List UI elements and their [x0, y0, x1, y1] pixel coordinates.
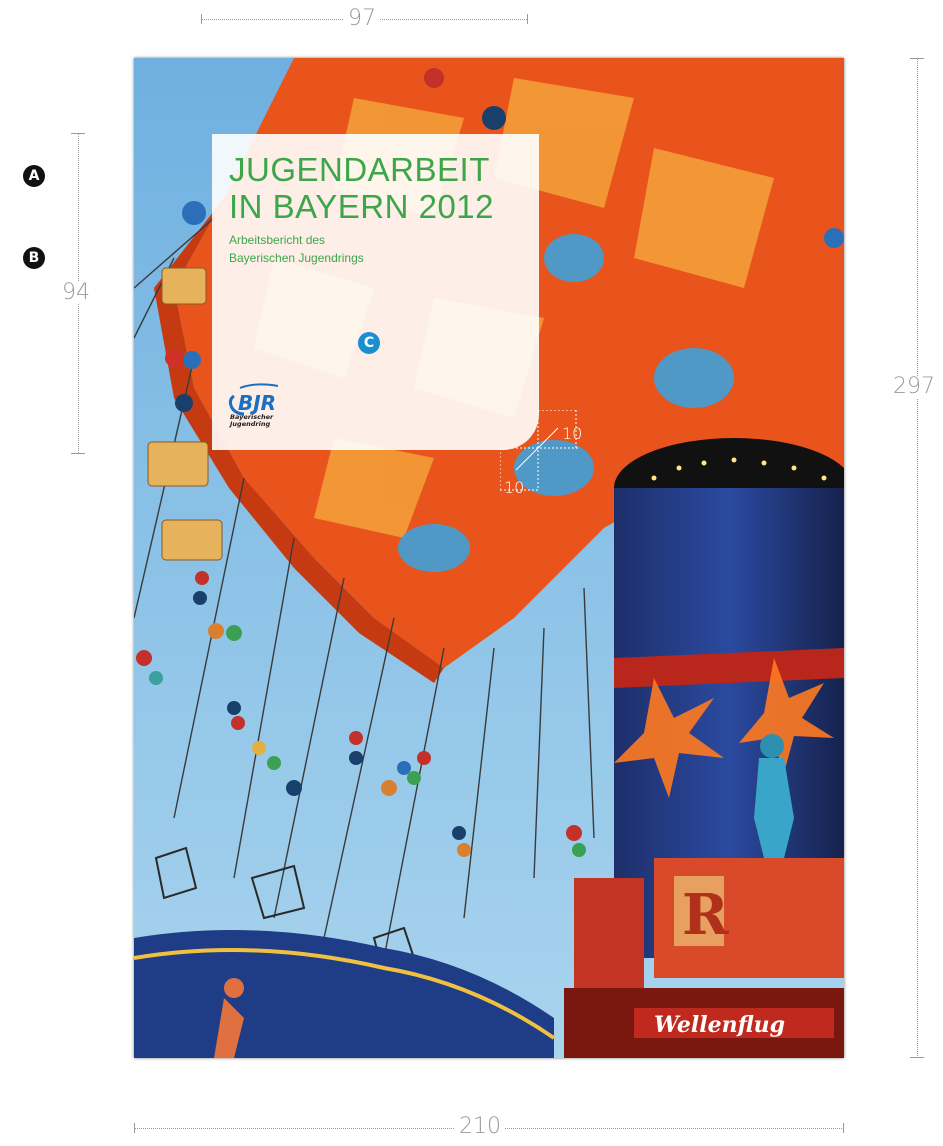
marker-a: A: [23, 165, 45, 187]
title-panel: JUGENDARBEIT IN BAYERN 2012 Arbeitsberic…: [212, 134, 539, 450]
dim-panel-height-label: 94: [58, 282, 94, 304]
wellenflug-sign: Wellenflug: [654, 1012, 785, 1038]
marker-c: C: [358, 332, 380, 354]
dim-right-line: [917, 58, 918, 1058]
dim-page-height-label: 297: [889, 376, 939, 398]
dim-left-tick-bottom: [71, 453, 85, 454]
dim-top-width-label: 97: [344, 8, 380, 30]
cover-title: JUGENDARBEIT IN BAYERN 2012: [229, 151, 495, 225]
cover-subtitle: Arbeitsbericht des Bayerischen Jugendrin…: [229, 233, 364, 265]
dim-page-width-label: 210: [455, 1116, 505, 1138]
letter-sign: R: [682, 882, 729, 948]
dim-bottom-tick-right: [843, 1123, 844, 1133]
dim-right-tick-bottom: [910, 1057, 924, 1058]
margin-label-right: 10: [562, 424, 583, 443]
logo-text: BJR: [238, 391, 276, 415]
margin-label-bottom: 10: [504, 478, 525, 497]
cover-page: R Wellenflug JUGENDARBEIT IN BAYERN 2012…: [134, 58, 844, 1058]
dim-top-tick-right: [527, 14, 528, 24]
logo-subtext: Bayerischer Jugendring: [230, 413, 274, 428]
marker-b: B: [23, 247, 45, 269]
